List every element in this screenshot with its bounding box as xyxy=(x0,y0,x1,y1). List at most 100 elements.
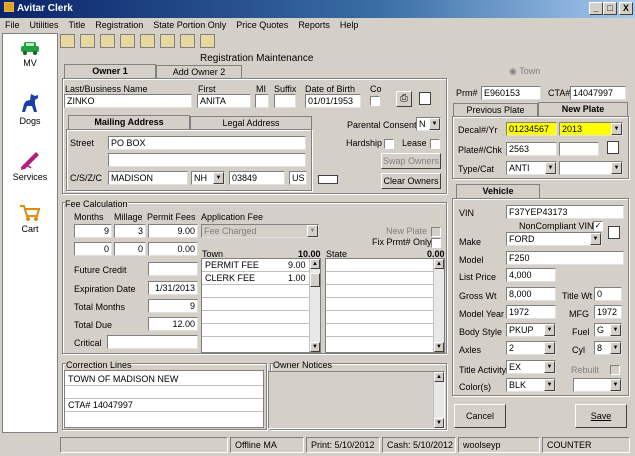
decal-field[interactable]: 01234567 xyxy=(506,122,557,136)
title-activity-select[interactable]: EX ▼ xyxy=(506,360,556,374)
toolbar-doc-icon[interactable] xyxy=(160,34,175,48)
sidebar-item-cart[interactable]: Cart xyxy=(3,204,57,234)
co-checkbox[interactable] xyxy=(370,96,380,106)
town-radio-label[interactable]: ◉ Town xyxy=(509,66,540,77)
tab-vehicle[interactable]: Vehicle xyxy=(456,184,540,198)
title-wt-field[interactable]: 0 xyxy=(594,287,622,301)
menu-price-quotes[interactable]: Price Quotes xyxy=(231,18,293,32)
prm-field[interactable]: E960153 xyxy=(481,86,541,100)
cyl-select[interactable]: 8 ▼ xyxy=(594,341,622,355)
sidebar-item-dogs[interactable]: Dogs xyxy=(3,92,57,126)
toolbar-doc-icon[interactable] xyxy=(80,34,95,48)
toolbar-doc-icon[interactable] xyxy=(140,34,155,48)
scroll-down-icon[interactable]: ▼ xyxy=(434,342,444,352)
gross-wt-field[interactable]: 8,000 xyxy=(506,287,556,301)
state-select[interactable]: NH ▼ xyxy=(191,171,225,185)
scroll-up-icon[interactable]: ▲ xyxy=(434,372,444,382)
scroll-thumb[interactable] xyxy=(310,273,320,287)
menu-file[interactable]: File xyxy=(0,18,25,32)
body-style-select[interactable]: PKUP ▼ xyxy=(506,323,556,337)
type-select[interactable]: ANTI ▼ xyxy=(506,161,557,175)
check-field[interactable] xyxy=(559,142,599,156)
model-field[interactable]: F250 xyxy=(506,251,624,265)
scroll-down-icon[interactable]: ▼ xyxy=(310,342,320,352)
scroll-up-icon[interactable]: ▲ xyxy=(310,259,320,269)
menu-reports[interactable]: Reports xyxy=(293,18,335,32)
town-grid-scrollbar[interactable]: ▲ ▼ xyxy=(309,259,320,352)
mi-field[interactable] xyxy=(255,94,269,108)
critical-field[interactable] xyxy=(107,335,198,349)
country-field[interactable]: US xyxy=(289,171,307,185)
maximize-button[interactable]: □ xyxy=(603,2,617,15)
owner-notices-scrollbar[interactable]: ▲ ▼ xyxy=(433,372,444,428)
toolbar-doc-icon[interactable] xyxy=(180,34,195,48)
plate-notes-icon[interactable] xyxy=(607,141,619,154)
first-name-field[interactable]: ANITA xyxy=(197,94,251,108)
tab-add-owner-2[interactable]: Add Owner 2 xyxy=(156,65,242,79)
list-price-field[interactable]: 4,000 xyxy=(506,268,556,282)
zip-field[interactable]: 03849 xyxy=(229,171,285,185)
color-1-select[interactable]: BLK ▼ xyxy=(506,378,556,392)
menu-utilities[interactable]: Utilities xyxy=(25,18,64,32)
vin-field[interactable]: F37YEP43173 xyxy=(506,205,624,219)
application-fee-select[interactable]: Fee Charged ▼ xyxy=(201,224,319,238)
future-credit-field[interactable] xyxy=(148,262,198,276)
toolbar-doc-icon[interactable] xyxy=(120,34,135,48)
toolbar-doc-icon[interactable] xyxy=(200,34,215,48)
close-button[interactable]: X xyxy=(619,2,633,15)
menu-title[interactable]: Title xyxy=(64,18,91,32)
category-select[interactable]: ▼ xyxy=(559,161,623,175)
minimize-button[interactable]: _ xyxy=(589,2,603,15)
months-field[interactable]: 9 xyxy=(74,224,112,238)
street-line-2[interactable] xyxy=(108,153,306,167)
color-2-select[interactable]: ▼ xyxy=(573,378,622,392)
tab-previous-plate[interactable]: Previous Plate xyxy=(453,103,538,117)
scroll-down-icon[interactable]: ▼ xyxy=(434,418,444,428)
menu-help[interactable]: Help xyxy=(335,18,364,32)
notes-icon[interactable] xyxy=(419,92,431,105)
parental-consent-select[interactable]: N ▼ xyxy=(416,117,441,131)
cta-field[interactable]: 14047997 xyxy=(570,86,626,100)
millage-field[interactable]: 3 xyxy=(114,224,146,238)
tab-owner-1[interactable]: Owner 1 xyxy=(64,64,156,78)
lookup-owner-icon[interactable]: ⎙ xyxy=(396,91,412,107)
tab-new-plate[interactable]: New Plate xyxy=(538,102,628,116)
axles-select[interactable]: 2 ▼ xyxy=(506,341,556,355)
expiration-date-field[interactable]: 1/31/2013 xyxy=(148,281,198,295)
plate-field[interactable]: 2563 xyxy=(506,142,557,156)
street-line-1[interactable]: PO BOX xyxy=(108,136,306,150)
dob-field[interactable]: 01/01/1953 xyxy=(305,94,361,108)
correction-lines-list[interactable]: TOWN OF MADISON NEW CTA# 14047997 xyxy=(64,370,264,428)
make-select[interactable]: FORD ▼ xyxy=(506,232,602,246)
lease-checkbox[interactable] xyxy=(430,139,440,149)
tab-mailing-address[interactable]: Mailing Address xyxy=(68,115,190,129)
hardship-checkbox[interactable] xyxy=(384,139,394,149)
noncompliant-vin-checkbox[interactable]: ✓ xyxy=(593,221,603,231)
permit-fees-field-2[interactable]: 0.00 xyxy=(148,242,198,256)
months-field-2[interactable]: 0 xyxy=(74,242,112,256)
sidebar-item-mv[interactable]: MV xyxy=(3,40,57,68)
correction-line[interactable]: TOWN OF MADISON NEW xyxy=(68,374,178,384)
swap-owners-button[interactable]: Swap Owners xyxy=(381,153,441,169)
last-name-field[interactable]: ZINKO xyxy=(64,94,192,108)
fix-prmt-only-checkbox[interactable] xyxy=(431,238,441,248)
tab-legal-address[interactable]: Legal Address xyxy=(190,116,312,130)
city-field[interactable]: MADISON xyxy=(108,171,188,185)
suffix-field[interactable] xyxy=(274,94,296,108)
millage-field-2[interactable]: 0 xyxy=(114,242,146,256)
sidebar-item-services[interactable]: Services xyxy=(3,148,57,182)
model-year-field[interactable]: 1972 xyxy=(506,305,556,319)
vehicle-notes-icon[interactable] xyxy=(608,226,620,239)
new-plate-checkbox[interactable] xyxy=(431,227,441,237)
correction-line[interactable]: CTA# 14047997 xyxy=(68,400,133,410)
rebuilt-checkbox[interactable] xyxy=(610,365,620,375)
menu-registration[interactable]: Registration xyxy=(90,18,148,32)
save-button[interactable]: Save xyxy=(575,404,627,428)
toolbar-doc-icon[interactable] xyxy=(60,34,75,48)
permit-fees-field[interactable]: 9.00 xyxy=(148,224,198,238)
state-grid-scrollbar[interactable]: ▲ ▼ xyxy=(433,259,444,352)
mfg-field[interactable]: 1972 xyxy=(594,305,622,319)
clear-owners-button[interactable]: Clear Owners xyxy=(381,173,441,189)
decal-year-select[interactable]: 2013 ▼ xyxy=(559,122,623,136)
cancel-button[interactable]: Cancel xyxy=(454,404,506,428)
